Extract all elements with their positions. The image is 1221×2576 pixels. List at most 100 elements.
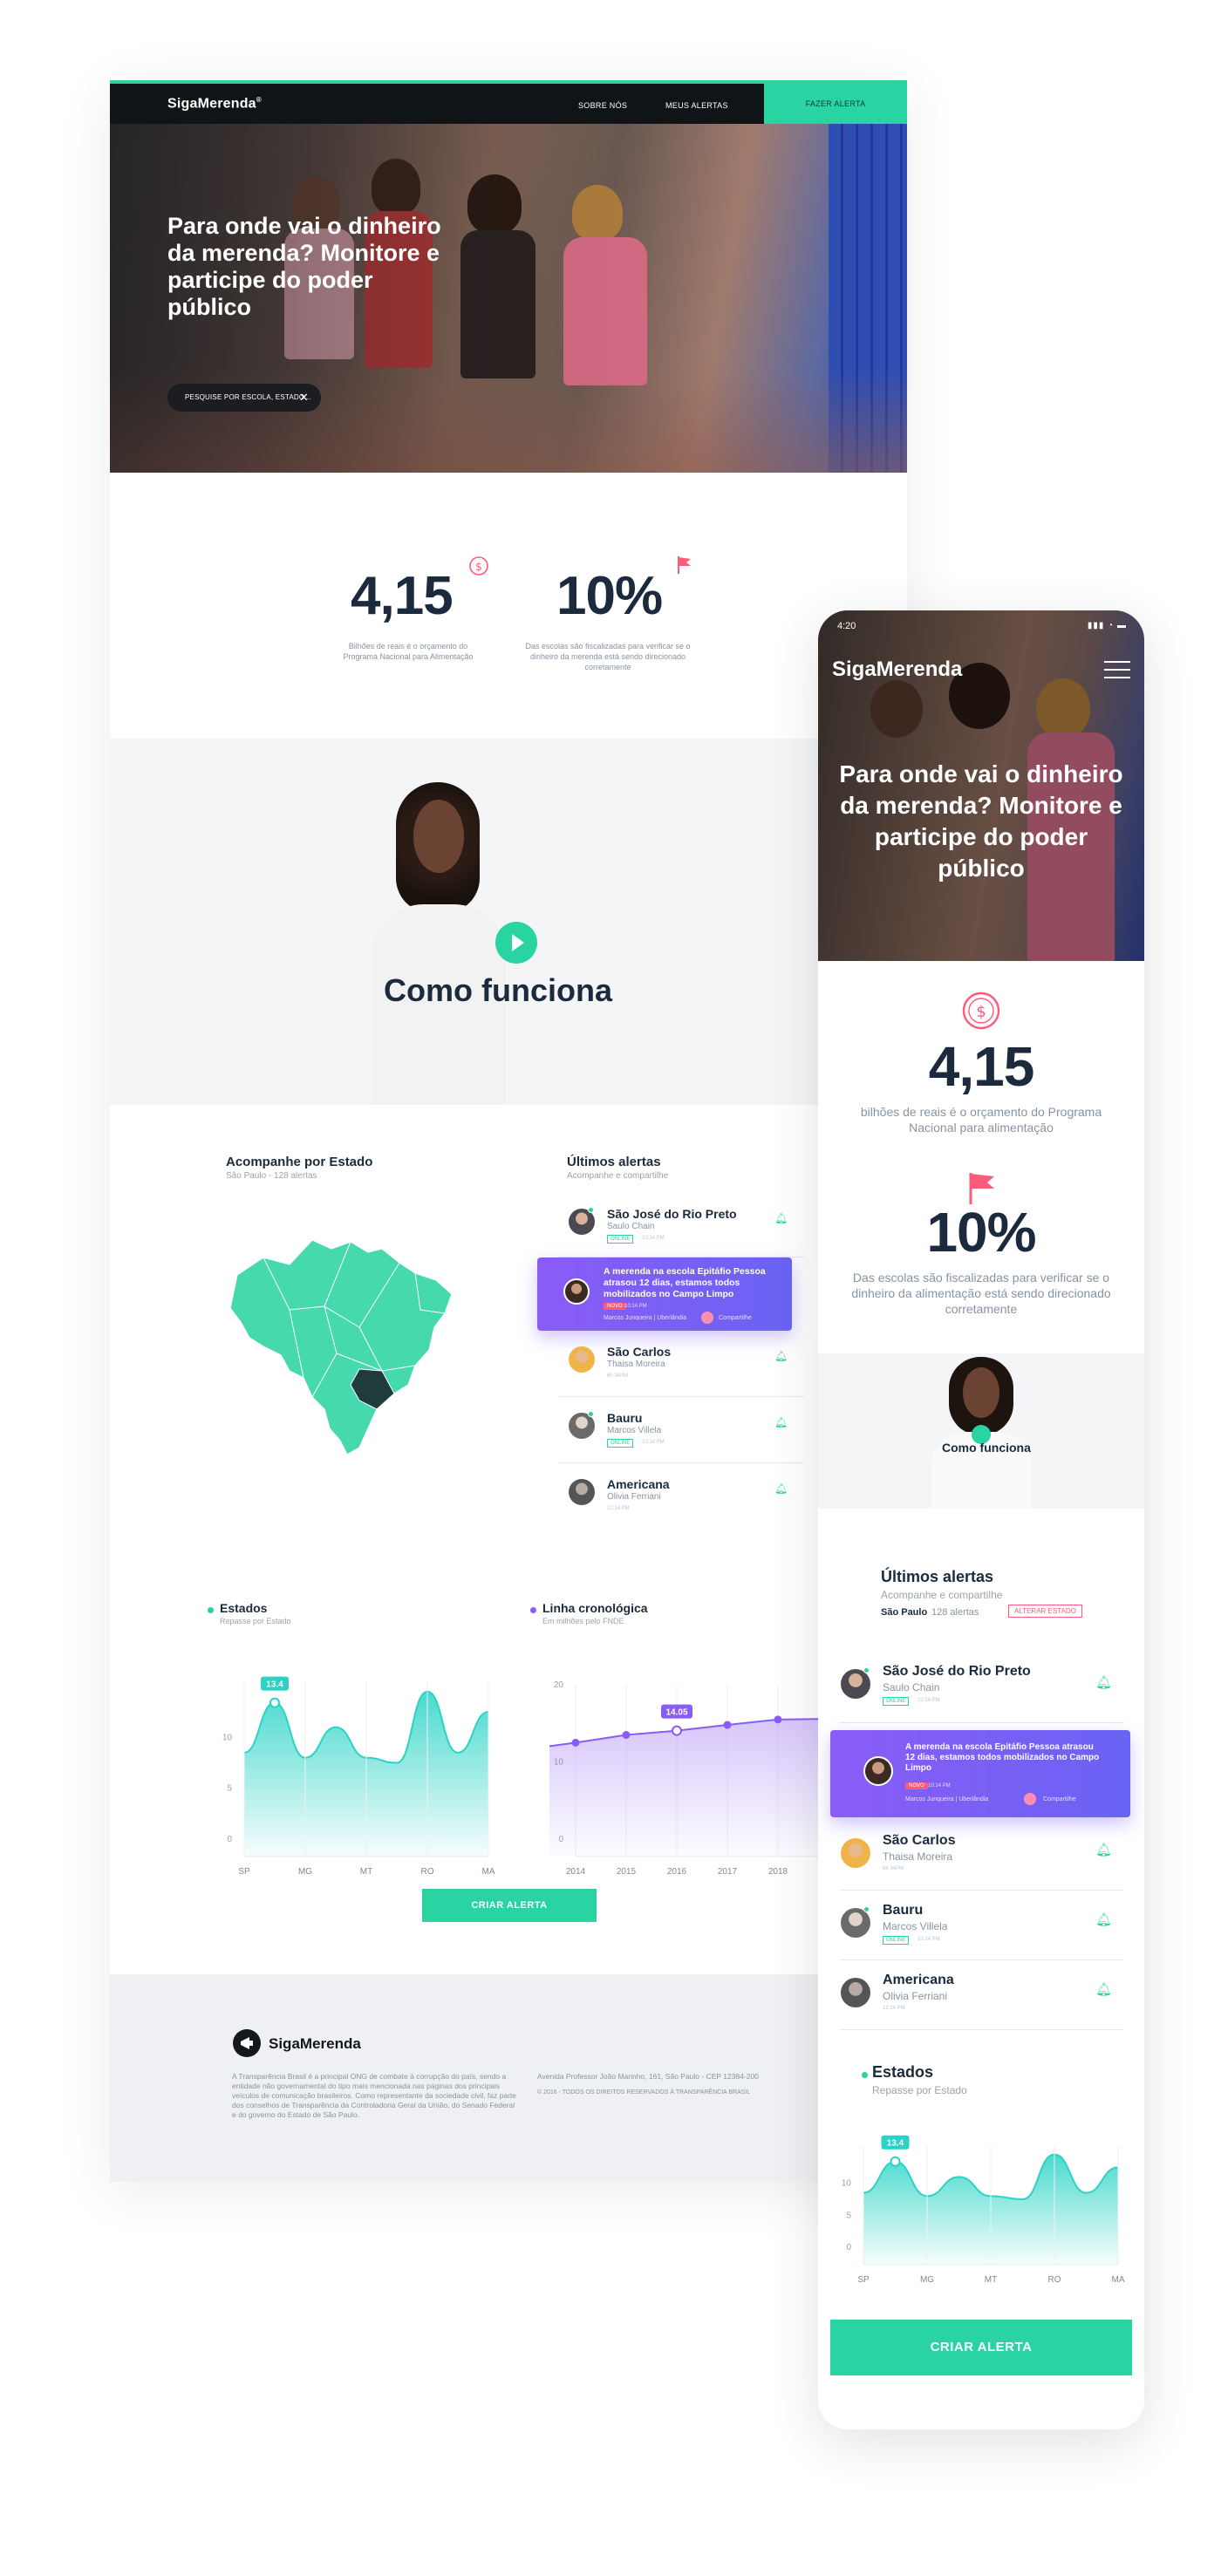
x-tick-label: SP: [238, 1867, 250, 1877]
mobile-alerts-subtitle: Acompanhe e compartilhe: [881, 1589, 1003, 1601]
criar-alerta-button[interactable]: CRIAR ALERTA: [422, 1889, 597, 1922]
mobile-chart-estados: 10 5 0 SP MG MT RO MA 13.4: [842, 2135, 1125, 2285]
legend-dot: [208, 1607, 214, 1613]
video-woman-face: [963, 1367, 999, 1418]
alert-city: Bauru: [607, 1411, 643, 1425]
mobile-hero-title: Para onde vai o dinheiro da merenda? Mon…: [839, 760, 1123, 882]
alert-item[interactable]: São José do Rio Preto Saulo Chain ONLINE…: [558, 1191, 804, 1257]
alert-user: Marcos Villela: [607, 1426, 662, 1435]
x-tick-label: MT: [985, 2275, 997, 2285]
top-navbar: SigaMerenda® SOBRE NÓS MEUS ALERTAS FAZE…: [110, 80, 907, 127]
x-tick-label: MT: [360, 1867, 372, 1877]
logo-mark: ®: [256, 96, 262, 104]
alert-item[interactable]: Americana Olivia Ferriani 12:14 PM 🔔︎: [839, 1960, 1123, 2030]
bell-icon[interactable]: 🔔︎: [1095, 1842, 1112, 1857]
svg-text:$: $: [475, 561, 482, 573]
svg-text:$: $: [976, 1003, 986, 1021]
alert-city: São Carlos: [883, 1833, 956, 1848]
menu-icon[interactable]: [1104, 661, 1130, 678]
fazer-alerta-button[interactable]: FAZER ALERTA: [764, 80, 907, 127]
megaphone-logo-icon[interactable]: [232, 2028, 262, 2058]
nav-link-meus-alertas[interactable]: MEUS ALERTAS: [665, 101, 728, 110]
close-icon[interactable]: ✕: [299, 384, 309, 412]
alert-item[interactable]: Bauru Marcos Villela ONLINE 10:14 PM 🔔︎: [558, 1397, 804, 1463]
nav-link-sobre-nos[interactable]: SOBRE NÓS: [578, 101, 627, 110]
stat-budget-value: 4,15: [351, 566, 454, 626]
data-point: [890, 2156, 901, 2167]
x-tick-label: MA: [1112, 2275, 1125, 2285]
mobile-stat-schools-desc: Das escolas são fiscalizadas para verifi…: [851, 1271, 1111, 1316]
data-point: [774, 1715, 782, 1724]
share-icon[interactable]: [1024, 1793, 1036, 1805]
bell-icon[interactable]: 🔔︎: [774, 1416, 788, 1428]
alert-user: Olivia Ferriani: [883, 1990, 948, 2002]
alert-city: Americana: [883, 1973, 954, 1987]
play-button[interactable]: [495, 922, 537, 964]
hero-search-input[interactable]: PESQUISE POR ESCOLA, ESTADO... ✕: [167, 384, 321, 412]
footer: SigaMerenda A Transparência Brasil é a p…: [110, 1974, 907, 2182]
desktop-page: SigaMerenda® SOBRE NÓS MEUS ALERTAS FAZE…: [110, 80, 907, 2182]
bell-icon[interactable]: 🔔︎: [1095, 1674, 1112, 1690]
chart-linha-subtitle: Em milhões pelo FNDE: [542, 1617, 624, 1625]
share-link[interactable]: Compartilhe: [1043, 1796, 1076, 1803]
mobile-criar-alerta-button[interactable]: CRIAR ALERTA: [830, 2320, 1132, 2375]
callout-label: 14.05: [665, 1708, 687, 1718]
change-state-button[interactable]: ALTERAR ESTADO: [1008, 1605, 1082, 1618]
alert-city: São José do Rio Preto: [607, 1207, 737, 1221]
y-tick-label: 5: [227, 1784, 232, 1794]
mobile-chart-title: Estados: [872, 2063, 934, 2081]
mobile-alerts-title: Últimos alertas: [881, 1568, 994, 1585]
bell-icon[interactable]: 🔔︎: [774, 1482, 788, 1495]
alert-time: 6h 34PM: [883, 1866, 904, 1871]
alert-item[interactable]: São José do Rio Preto Saulo Chain ONLINE…: [839, 1653, 1123, 1723]
share-link[interactable]: Compartilhe: [719, 1315, 752, 1321]
alert-user: Thaisa Moreira: [883, 1850, 953, 1863]
alert-item[interactable]: Americana Olivia Ferriani 12:14 PM 🔔︎: [558, 1463, 804, 1530]
alert-city: São Carlos: [607, 1345, 672, 1359]
online-dot: [863, 1667, 870, 1673]
alert-item[interactable]: Bauru Marcos Villela ONLINE 10:14 PM 🔔︎: [839, 1891, 1123, 1960]
avatar: [863, 1756, 893, 1786]
alert-highlight-card[interactable]: A merenda na escola Epitáfio Pessoa atra…: [830, 1730, 1130, 1817]
alert-user: Olivia Ferriani: [607, 1492, 661, 1502]
y-tick-label: 0: [227, 1835, 232, 1844]
x-tick-label: RO: [421, 1867, 434, 1877]
logo[interactable]: SigaMerenda®: [167, 96, 262, 112]
avatar: [841, 1669, 870, 1699]
status-badge: ONLINE: [607, 1439, 634, 1448]
mobile-stat-budget-desc: bilhões de reais é o orçamento do Progra…: [860, 1105, 1102, 1135]
alert-highlight-card[interactable]: A merenda na escola Epitáfio Pessoa atra…: [537, 1257, 792, 1331]
alert-highlight-text: A merenda na escola Epitáfio Pessoa atra…: [604, 1266, 766, 1299]
bell-icon[interactable]: 🔔︎: [774, 1350, 788, 1362]
video-section: Como funciona: [110, 739, 907, 1105]
bell-icon[interactable]: 🔔︎: [774, 1212, 788, 1224]
avatar: [841, 1838, 870, 1868]
alert-item[interactable]: São Carlos Thaisa Moreira 6h 34PM 🔔︎: [839, 1821, 1123, 1891]
mobile-stat-budget-value: 4,15: [928, 1035, 1035, 1098]
bell-icon[interactable]: 🔔︎: [1095, 1912, 1112, 1927]
footer-logo[interactable]: SigaMerenda: [269, 2035, 361, 2053]
alert-city: Americana: [607, 1477, 670, 1491]
x-tick-label: MG: [920, 2275, 934, 2285]
brazil-map[interactable]: [229, 1223, 459, 1458]
bell-icon[interactable]: 🔔︎: [1095, 1981, 1112, 1997]
dollar-coin-icon: $: [469, 556, 488, 576]
mobile-video-section: Como funciona: [818, 1353, 1144, 1509]
avatar: [841, 1978, 870, 2007]
alert-user: Saulo Chain: [883, 1681, 940, 1693]
chart-estados-subtitle: Repasse por Estado: [220, 1617, 291, 1625]
alert-time: 10:14 PM: [642, 1236, 665, 1241]
alert-time: 10:14 PM: [917, 1937, 940, 1942]
alert-highlight-text: A merenda na escola Epitáfio Pessoa atra…: [905, 1742, 1100, 1773]
mobile-video-title: Como funciona: [942, 1441, 1031, 1455]
data-point: [269, 1697, 280, 1708]
alert-item[interactable]: São Carlos Thaisa Moreira 6h 34PM 🔔︎: [558, 1331, 804, 1397]
callout-label: 13.4: [266, 1680, 283, 1690]
share-icon[interactable]: [701, 1312, 713, 1324]
x-tick-label: 2014: [566, 1867, 586, 1877]
mobile-logo[interactable]: SigaMerenda: [832, 658, 962, 682]
y-tick-label: 10: [842, 2179, 852, 2189]
alert-meta: Marcos Junqueira | Uberlândia: [905, 1796, 989, 1803]
mobile-alerts-state: São Paulo: [881, 1607, 928, 1618]
x-tick-label: RO: [1048, 2275, 1061, 2285]
